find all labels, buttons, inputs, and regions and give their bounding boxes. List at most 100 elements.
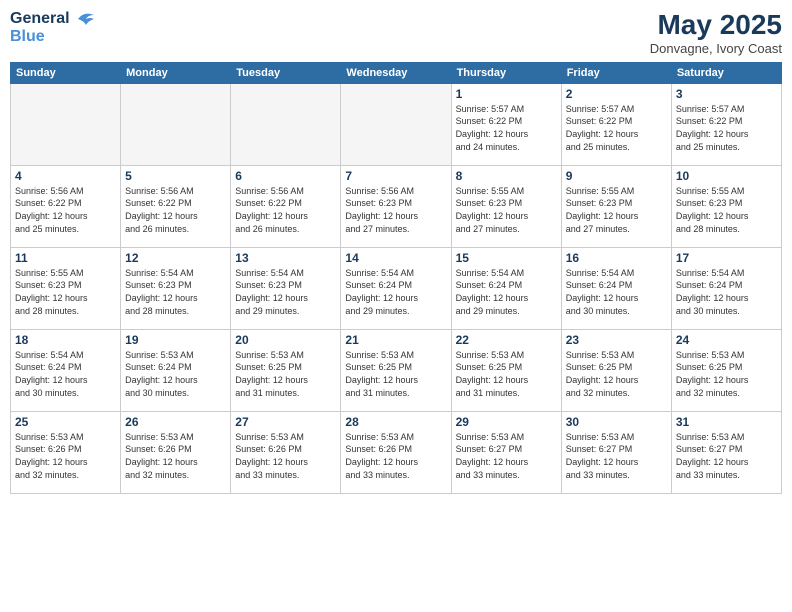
logo-line1: General (10, 10, 70, 27)
table-row: 21 Sunrise: 5:53 AM Sunset: 6:25 PM Dayli… (341, 329, 451, 411)
day-number: 24 (676, 333, 777, 347)
day-info: Sunrise: 5:53 AM Sunset: 6:25 PM Dayligh… (345, 349, 446, 399)
header-wednesday: Wednesday (341, 62, 451, 83)
day-number: 13 (235, 251, 336, 265)
day-info: Sunrise: 5:56 AM Sunset: 6:23 PM Dayligh… (345, 185, 446, 235)
day-info: Sunrise: 5:53 AM Sunset: 6:26 PM Dayligh… (125, 431, 226, 481)
table-row: 1 Sunrise: 5:57 AM Sunset: 6:22 PM Daylig… (451, 83, 561, 165)
table-row: 27 Sunrise: 5:53 AM Sunset: 6:26 PM Dayli… (231, 411, 341, 493)
day-number: 3 (676, 87, 777, 101)
table-row (11, 83, 121, 165)
day-info: Sunrise: 5:57 AM Sunset: 6:22 PM Dayligh… (676, 103, 777, 153)
table-row: 2 Sunrise: 5:57 AM Sunset: 6:22 PM Daylig… (561, 83, 671, 165)
day-number: 1 (456, 87, 557, 101)
day-info: Sunrise: 5:53 AM Sunset: 6:27 PM Dayligh… (456, 431, 557, 481)
day-number: 6 (235, 169, 336, 183)
day-number: 5 (125, 169, 226, 183)
table-row: 7Sunrise: 5:56 AM Sunset: 6:23 PM Daylig… (341, 165, 451, 247)
day-info: Sunrise: 5:54 AM Sunset: 6:24 PM Dayligh… (345, 267, 446, 317)
logo-bird-icon (76, 11, 96, 27)
header-saturday: Saturday (671, 62, 781, 83)
title-area: May 2025 Donvagne, Ivory Coast (650, 10, 782, 56)
day-info: Sunrise: 5:56 AM Sunset: 6:22 PM Dayligh… (125, 185, 226, 235)
day-number: 16 (566, 251, 667, 265)
day-info: Sunrise: 5:53 AM Sunset: 6:25 PM Dayligh… (456, 349, 557, 399)
table-row: 18Sunrise: 5:54 AM Sunset: 6:24 PM Dayli… (11, 329, 121, 411)
table-row: 3 Sunrise: 5:57 AM Sunset: 6:22 PM Daylig… (671, 83, 781, 165)
table-row: 19Sunrise: 5:53 AM Sunset: 6:24 PM Dayli… (121, 329, 231, 411)
header: General Blue May 2025 Donvagne, Ivory Co… (10, 10, 782, 56)
logo: General Blue (10, 10, 96, 45)
day-info: Sunrise: 5:55 AM Sunset: 6:23 PM Dayligh… (566, 185, 667, 235)
table-row: 25Sunrise: 5:53 AM Sunset: 6:26 PM Dayli… (11, 411, 121, 493)
day-number: 17 (676, 251, 777, 265)
header-thursday: Thursday (451, 62, 561, 83)
day-info: Sunrise: 5:53 AM Sunset: 6:24 PM Dayligh… (125, 349, 226, 399)
table-row: 28Sunrise: 5:53 AM Sunset: 6:26 PM Dayli… (341, 411, 451, 493)
logo-line2: Blue (10, 28, 96, 46)
day-info: Sunrise: 5:56 AM Sunset: 6:22 PM Dayligh… (235, 185, 336, 235)
calendar-week-4: 18Sunrise: 5:54 AM Sunset: 6:24 PM Dayli… (11, 329, 782, 411)
day-info: Sunrise: 5:56 AM Sunset: 6:22 PM Dayligh… (15, 185, 116, 235)
day-info: Sunrise: 5:53 AM Sunset: 6:27 PM Dayligh… (676, 431, 777, 481)
header-friday: Friday (561, 62, 671, 83)
day-info: Sunrise: 5:53 AM Sunset: 6:25 PM Dayligh… (566, 349, 667, 399)
header-tuesday: Tuesday (231, 62, 341, 83)
day-info: Sunrise: 5:53 AM Sunset: 6:25 PM Dayligh… (235, 349, 336, 399)
table-row: 24 Sunrise: 5:53 AM Sunset: 6:25 PM Dayli… (671, 329, 781, 411)
day-number: 15 (456, 251, 557, 265)
day-number: 4 (15, 169, 116, 183)
day-number: 11 (15, 251, 116, 265)
day-info: Sunrise: 5:54 AM Sunset: 6:23 PM Dayligh… (125, 267, 226, 317)
day-info: Sunrise: 5:57 AM Sunset: 6:22 PM Dayligh… (456, 103, 557, 153)
calendar-week-2: 4 Sunrise: 5:56 AM Sunset: 6:22 PM Daylig… (11, 165, 782, 247)
calendar-week-3: 11Sunrise: 5:55 AM Sunset: 6:23 PM Dayli… (11, 247, 782, 329)
table-row (341, 83, 451, 165)
table-row: 12Sunrise: 5:54 AM Sunset: 6:23 PM Dayli… (121, 247, 231, 329)
table-row (231, 83, 341, 165)
logo-text: General Blue (10, 10, 96, 45)
header-monday: Monday (121, 62, 231, 83)
table-row: 8Sunrise: 5:55 AM Sunset: 6:23 PM Daylig… (451, 165, 561, 247)
day-number: 2 (566, 87, 667, 101)
day-number: 8 (456, 169, 557, 183)
day-number: 21 (345, 333, 446, 347)
day-number: 9 (566, 169, 667, 183)
day-number: 18 (15, 333, 116, 347)
calendar-header-row: Sunday Monday Tuesday Wednesday Thursday… (11, 62, 782, 83)
day-info: Sunrise: 5:53 AM Sunset: 6:26 PM Dayligh… (15, 431, 116, 481)
header-sunday: Sunday (11, 62, 121, 83)
table-row: 20 Sunrise: 5:53 AM Sunset: 6:25 PM Dayli… (231, 329, 341, 411)
table-row: 11Sunrise: 5:55 AM Sunset: 6:23 PM Dayli… (11, 247, 121, 329)
location: Donvagne, Ivory Coast (650, 41, 782, 56)
day-number: 14 (345, 251, 446, 265)
day-info: Sunrise: 5:54 AM Sunset: 6:24 PM Dayligh… (676, 267, 777, 317)
day-number: 26 (125, 415, 226, 429)
table-row: 13Sunrise: 5:54 AM Sunset: 6:23 PM Dayli… (231, 247, 341, 329)
table-row: 26 Sunrise: 5:53 AM Sunset: 6:26 PM Dayli… (121, 411, 231, 493)
table-row: 16 Sunrise: 5:54 AM Sunset: 6:24 PM Dayli… (561, 247, 671, 329)
table-row: 4 Sunrise: 5:56 AM Sunset: 6:22 PM Daylig… (11, 165, 121, 247)
calendar-week-1: 1 Sunrise: 5:57 AM Sunset: 6:22 PM Daylig… (11, 83, 782, 165)
page: General Blue May 2025 Donvagne, Ivory Co… (0, 0, 792, 612)
day-info: Sunrise: 5:53 AM Sunset: 6:25 PM Dayligh… (676, 349, 777, 399)
day-info: Sunrise: 5:53 AM Sunset: 6:26 PM Dayligh… (235, 431, 336, 481)
table-row: 10Sunrise: 5:55 AM Sunset: 6:23 PM Dayli… (671, 165, 781, 247)
table-row: 23 Sunrise: 5:53 AM Sunset: 6:25 PM Dayli… (561, 329, 671, 411)
day-number: 23 (566, 333, 667, 347)
table-row: 6 Sunrise: 5:56 AM Sunset: 6:22 PM Daylig… (231, 165, 341, 247)
table-row: 9 Sunrise: 5:55 AM Sunset: 6:23 PM Daylig… (561, 165, 671, 247)
day-info: Sunrise: 5:57 AM Sunset: 6:22 PM Dayligh… (566, 103, 667, 153)
month-year: May 2025 (650, 10, 782, 41)
day-info: Sunrise: 5:54 AM Sunset: 6:24 PM Dayligh… (566, 267, 667, 317)
table-row: 22Sunrise: 5:53 AM Sunset: 6:25 PM Dayli… (451, 329, 561, 411)
day-number: 20 (235, 333, 336, 347)
table-row: 31 Sunrise: 5:53 AM Sunset: 6:27 PM Dayli… (671, 411, 781, 493)
day-number: 31 (676, 415, 777, 429)
day-number: 27 (235, 415, 336, 429)
day-info: Sunrise: 5:53 AM Sunset: 6:26 PM Dayligh… (345, 431, 446, 481)
table-row: 30Sunrise: 5:53 AM Sunset: 6:27 PM Dayli… (561, 411, 671, 493)
day-info: Sunrise: 5:54 AM Sunset: 6:24 PM Dayligh… (456, 267, 557, 317)
day-number: 10 (676, 169, 777, 183)
table-row: 5 Sunrise: 5:56 AM Sunset: 6:22 PM Daylig… (121, 165, 231, 247)
